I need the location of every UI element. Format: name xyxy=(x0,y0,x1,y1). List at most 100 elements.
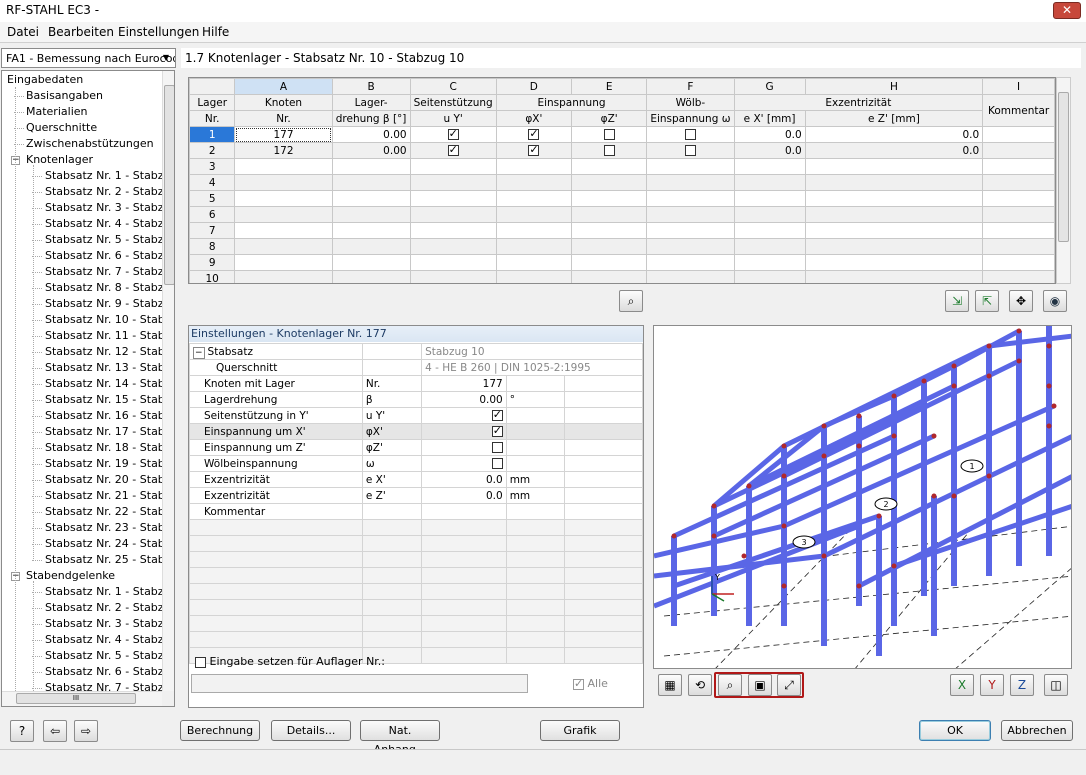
tree-knotenlager-item-12[interactable]: Stabsatz Nr. 12 - Stabz xyxy=(45,345,171,359)
row-ez[interactable] xyxy=(804,270,984,283)
setting-row[interactable]: Einspannung um Z' φZ' xyxy=(189,439,643,456)
row-uy[interactable] xyxy=(409,206,497,223)
excel-import-icon[interactable]: ⇲ xyxy=(945,290,969,312)
row-kommentar[interactable] xyxy=(982,222,1055,239)
table-row[interactable]: 2 172 0.00 0.0 0.0 xyxy=(189,142,1055,159)
row-ez[interactable] xyxy=(804,238,984,255)
row-knoten[interactable]: 177 xyxy=(234,126,333,143)
ok-button[interactable]: OK xyxy=(919,720,991,741)
row-beta[interactable] xyxy=(331,270,411,283)
row-ez[interactable]: 0.0 xyxy=(804,142,984,159)
tree-knotenlager-item-5[interactable]: Stabsatz Nr. 5 - Stabzu xyxy=(45,233,171,247)
row-kommentar[interactable] xyxy=(982,206,1055,223)
setting-checkbox[interactable] xyxy=(491,425,503,437)
stabsatz-row-label[interactable]: − Stabsatz xyxy=(189,343,363,360)
setting-value[interactable]: 0.00 xyxy=(421,391,507,408)
setting-value[interactable] xyxy=(421,423,507,440)
setting-row[interactable]: Einspannung um X' φX' xyxy=(189,423,643,440)
row-ez[interactable]: 0.0 xyxy=(804,126,984,143)
row-2-uy-checkbox[interactable] xyxy=(447,144,459,156)
tree-knotenlager-item-20[interactable]: Stabsatz Nr. 20 - Stabz xyxy=(45,473,171,487)
view-y-icon[interactable]: Y xyxy=(980,674,1004,696)
rotate-icon[interactable]: ⟲ xyxy=(688,674,712,696)
structure-graphic[interactable]: 1 2 3 Y xyxy=(653,325,1072,669)
setting-row[interactable]: Kommentar xyxy=(189,503,643,520)
row-knoten[interactable] xyxy=(234,174,333,191)
tree-hscrollbar[interactable]: III xyxy=(2,691,162,706)
row-ex[interactable] xyxy=(733,238,806,255)
row-knoten[interactable] xyxy=(234,222,333,239)
row-phix[interactable] xyxy=(495,238,573,255)
row-uy[interactable] xyxy=(409,174,497,191)
row-phiz[interactable] xyxy=(570,190,648,207)
tree-stabendgelenke-item-2[interactable]: Stabsatz Nr. 2 - Stabzu xyxy=(45,601,171,615)
row-uy[interactable] xyxy=(409,222,497,239)
row-knoten[interactable] xyxy=(234,270,333,283)
navigator-tree[interactable]: Eingabedaten Basisangaben Materialien Quers… xyxy=(1,70,175,707)
graph-icon[interactable]: ⤢ xyxy=(777,674,801,696)
tree-knotenlager-item-19[interactable]: Stabsatz Nr. 19 - Stabz xyxy=(45,457,171,471)
tree-knotenlager-item-8[interactable]: Stabsatz Nr. 8 - Stabzu xyxy=(45,281,171,295)
row-ex[interactable] xyxy=(733,174,806,191)
row-knoten[interactable] xyxy=(234,254,333,271)
row-kommentar[interactable] xyxy=(982,142,1055,159)
row-1-uy-checkbox[interactable] xyxy=(447,128,459,140)
row-beta[interactable]: 0.00 xyxy=(331,142,411,159)
zoom-icon[interactable]: ⌕ xyxy=(718,674,742,696)
row-number[interactable]: 8 xyxy=(189,238,236,255)
tree-hscroll-thumb[interactable]: III xyxy=(16,693,136,704)
row-phiz[interactable] xyxy=(570,238,648,255)
setting-value[interactable] xyxy=(421,407,507,424)
auflager-input[interactable] xyxy=(191,674,528,693)
row-uy[interactable] xyxy=(409,238,497,255)
magnifier-icon[interactable]: ⌕ xyxy=(619,290,643,312)
tree-scroll-thumb[interactable] xyxy=(164,85,174,285)
row-omega[interactable] xyxy=(646,254,735,271)
tree-knotenlager-item-14[interactable]: Stabsatz Nr. 14 - Stabz xyxy=(45,377,171,391)
row-number[interactable]: 6 xyxy=(189,206,236,223)
setting-value[interactable]: 0.0 xyxy=(421,471,507,488)
row-kommentar[interactable] xyxy=(982,254,1055,271)
row-uy[interactable] xyxy=(409,158,497,175)
row-1-omega-checkbox[interactable] xyxy=(684,129,696,140)
close-button[interactable]: ✕ xyxy=(1053,2,1081,19)
column-letter-i[interactable]: I xyxy=(982,78,1055,95)
row-knoten[interactable] xyxy=(234,238,333,255)
row-phiz[interactable] xyxy=(570,254,648,271)
setting-row[interactable]: Knoten mit Lager Nr. 177 xyxy=(189,375,643,392)
table-scrollbar-thumb[interactable] xyxy=(1058,92,1069,242)
row-2-phix-checkbox[interactable] xyxy=(528,144,540,156)
table-row[interactable]: 9 xyxy=(189,254,1055,271)
row-omega[interactable] xyxy=(646,222,735,239)
row-number[interactable]: 2 xyxy=(189,142,236,159)
tree-knotenlager-item-7[interactable]: Stabsatz Nr. 7 - Stabzu xyxy=(45,265,171,279)
row-phix[interactable] xyxy=(495,270,573,283)
row-knoten[interactable] xyxy=(234,158,333,175)
row-ez[interactable] xyxy=(804,254,984,271)
row-phix[interactable] xyxy=(495,190,573,207)
tree-stabendgelenke-item-5[interactable]: Stabsatz Nr. 5 - Stabzu xyxy=(45,649,171,663)
row-number[interactable]: 4 xyxy=(189,174,236,191)
tree-knotenlager-item-11[interactable]: Stabsatz Nr. 11 - Stabz xyxy=(45,329,171,343)
row-omega[interactable] xyxy=(646,206,735,223)
setting-row[interactable]: Exzentrizität e X' 0.0 mm xyxy=(189,471,643,488)
row-ex[interactable] xyxy=(733,254,806,271)
row-ez[interactable] xyxy=(804,222,984,239)
row-beta[interactable] xyxy=(331,174,411,191)
tree-knotenlager-item-4[interactable]: Stabsatz Nr. 4 - Stabzu xyxy=(45,217,171,231)
row-phix[interactable] xyxy=(495,222,573,239)
help-icon[interactable]: ? xyxy=(10,720,34,742)
tree-knotenlager-item-18[interactable]: Stabsatz Nr. 18 - Stabz xyxy=(45,441,171,455)
row-beta[interactable]: 0.00 xyxy=(331,126,411,143)
column-letter-b[interactable]: B xyxy=(331,78,411,95)
table-row[interactable]: 10 xyxy=(189,270,1055,283)
setting-checkbox[interactable] xyxy=(491,458,503,469)
row-phix[interactable] xyxy=(495,142,573,159)
row-phiz[interactable] xyxy=(570,158,648,175)
column-letter-a[interactable]: A xyxy=(234,78,333,95)
design-case-dropdown[interactable]: FA1 - Bemessung nach Eurocod ▼ xyxy=(1,48,176,68)
row-ex[interactable] xyxy=(733,206,806,223)
row-omega[interactable] xyxy=(646,142,735,159)
row-omega[interactable] xyxy=(646,270,735,283)
column-letter-g[interactable]: G xyxy=(733,78,806,95)
